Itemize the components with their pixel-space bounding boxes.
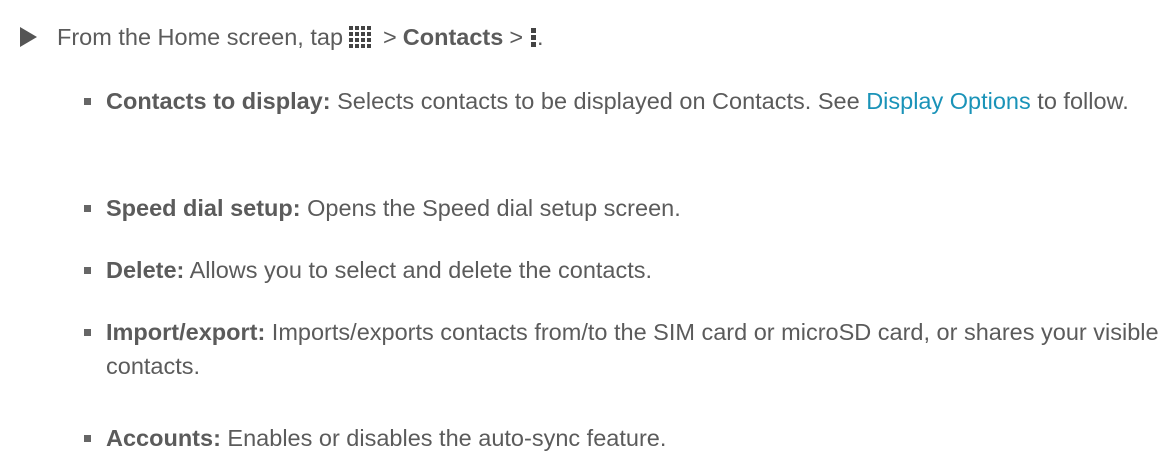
option-term: Import/export: (106, 319, 266, 345)
contacts-label: Contacts (402, 24, 504, 50)
option-term: Contacts to display: (106, 88, 331, 114)
step-instruction: From the Home screen, tap > Contacts > . (20, 23, 544, 51)
menu-dots-icon (531, 27, 537, 47)
list-item: Delete: Allows you to select and delete … (84, 253, 652, 287)
option-text: Contacts to display: Selects contacts to… (106, 84, 1129, 118)
step-end: . (537, 24, 544, 50)
option-text: Speed dial setup: Opens the Speed dial s… (106, 191, 681, 225)
option-text: Import/export: Imports/exports contacts … (106, 315, 1169, 383)
display-options-link[interactable]: Display Options (866, 88, 1031, 114)
option-text: Delete: Allows you to select and delete … (106, 253, 652, 287)
list-item: Import/export: Imports/exports contacts … (84, 315, 1169, 383)
bullet-square-icon (84, 435, 91, 442)
bullet-square-icon (84, 98, 91, 105)
option-desc: Opens the Speed dial setup screen. (300, 195, 681, 221)
option-term: Speed dial setup: (106, 195, 301, 221)
option-desc-after: to follow. (1030, 88, 1129, 114)
bullet-square-icon (84, 329, 91, 336)
step-separator: > (509, 24, 524, 50)
list-item: Speed dial setup: Opens the Speed dial s… (84, 191, 681, 225)
step-separator: > (383, 24, 397, 50)
step-arrow-icon (20, 27, 37, 47)
bullet-square-icon (84, 267, 91, 274)
option-desc: Enables or disables the auto-sync featur… (220, 425, 667, 451)
option-desc: Selects contacts to be displayed on Cont… (330, 88, 867, 114)
apps-grid-icon (349, 26, 372, 48)
option-desc: Allows you to select and delete the cont… (184, 257, 653, 283)
option-term: Accounts: (106, 425, 221, 451)
bullet-square-icon (84, 205, 91, 212)
step-prefix: From the Home screen, tap (57, 24, 344, 50)
list-item: Contacts to display: Selects contacts to… (84, 84, 1129, 118)
option-term: Delete: (106, 257, 185, 283)
